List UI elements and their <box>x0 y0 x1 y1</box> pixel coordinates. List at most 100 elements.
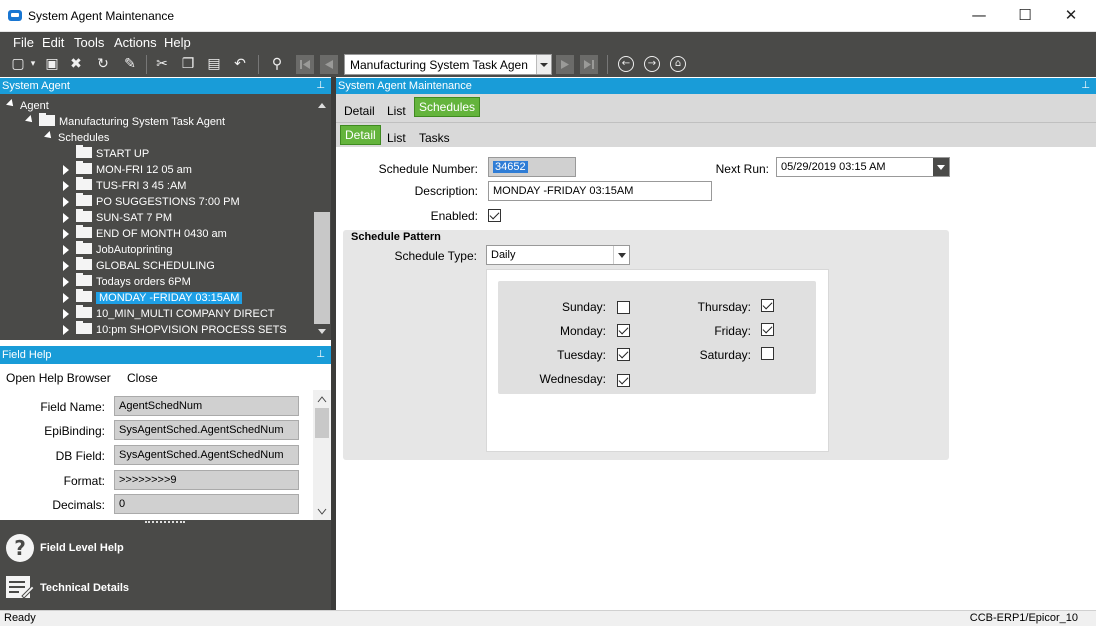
monday-checkbox[interactable] <box>617 324 630 337</box>
tree-scroll-thumb[interactable] <box>314 212 330 324</box>
menu-help[interactable]: Help <box>164 35 191 50</box>
cut-icon[interactable]: ✂ <box>152 54 172 75</box>
collapsed-icon[interactable] <box>63 197 69 207</box>
tree-schedule-item[interactable]: END OF MONTH 0430 am <box>76 225 227 242</box>
tree-schedule-item[interactable]: JobAutoprinting <box>76 241 172 258</box>
collapsed-icon[interactable] <box>63 213 69 223</box>
tree-node-agent[interactable]: Agent <box>20 98 49 114</box>
first-record-icon[interactable] <box>296 55 314 74</box>
maximize-button[interactable]: ☐ <box>1002 0 1048 31</box>
tuesday-checkbox[interactable] <box>617 348 630 361</box>
clear-icon[interactable]: ✎ <box>119 54 141 75</box>
toolbar-separator <box>607 55 608 74</box>
tree-schedule-item[interactable]: MON-FRI 12 05 am <box>76 161 192 178</box>
splitter-grip[interactable] <box>145 521 185 525</box>
friday-checkbox[interactable] <box>761 323 774 336</box>
minimize-button[interactable]: — <box>956 0 1002 31</box>
field-help-scroll-thumb[interactable] <box>315 408 329 438</box>
tree-node-agent-item[interactable]: Manufacturing System Task Agent <box>39 113 225 130</box>
tree-schedule-item[interactable]: Todays orders 6PM <box>76 273 191 290</box>
pin-icon[interactable]: ⊥ <box>1081 78 1090 94</box>
collapsed-icon[interactable] <box>63 245 69 255</box>
new-icon[interactable]: ▢ <box>8 54 28 75</box>
tab-schedule-list[interactable]: List <box>387 131 406 145</box>
copy-icon[interactable]: ❐ <box>178 54 198 75</box>
wednesday-checkbox[interactable] <box>617 374 630 387</box>
collapsed-icon[interactable] <box>63 277 69 287</box>
agent-task-combo[interactable]: Manufacturing System Task Agen <box>344 54 552 75</box>
new-dropdown-icon[interactable]: ▾ <box>28 54 38 75</box>
close-window-button[interactable]: ✕ <box>1048 0 1094 31</box>
back-icon[interactable]: ← <box>618 56 634 72</box>
tree-node-schedules[interactable]: Schedules <box>58 130 109 146</box>
chevron-down-icon[interactable] <box>613 246 629 264</box>
tree-schedule-item[interactable]: SUN-SAT 7 PM <box>76 209 172 226</box>
scroll-down-icon[interactable] <box>313 324 331 338</box>
days-group: Sunday: Monday: Tuesday: Wednesday: Thur… <box>498 281 816 394</box>
saturday-checkbox[interactable] <box>761 347 774 360</box>
paste-icon[interactable]: ▤ <box>204 54 224 75</box>
field-help-panel-title: Field Help <box>2 349 52 361</box>
pin-icon[interactable]: ⊥ <box>316 78 325 94</box>
description-field[interactable]: MONDAY -FRIDAY 03:15AM <box>488 181 712 201</box>
undo-icon[interactable]: ↶ <box>230 54 250 75</box>
expand-icon[interactable] <box>25 115 35 125</box>
tab-list[interactable]: List <box>387 104 406 118</box>
tree-schedule-item[interactable]: PO SUGGESTIONS 7:00 PM <box>76 193 240 210</box>
tree-schedule-item-selected[interactable]: MONDAY -FRIDAY 03:15AM <box>76 289 243 306</box>
tree-schedule-item[interactable]: 10:pm SHOPVISION PROCESS SETS <box>76 321 287 338</box>
menu-tools[interactable]: Tools <box>74 35 104 50</box>
chevron-down-icon[interactable] <box>933 158 949 176</box>
technical-details-icon[interactable] <box>4 572 36 604</box>
forward-icon[interactable]: → <box>644 56 660 72</box>
tab-detail[interactable]: Detail <box>344 104 375 118</box>
collapsed-icon[interactable] <box>63 261 69 271</box>
scroll-down-icon[interactable] <box>313 504 331 518</box>
format-value: >>>>>>>>9 <box>114 470 299 490</box>
search-binoculars-icon[interactable]: ⚲ <box>266 54 288 75</box>
save-icon[interactable]: ▣ <box>42 54 62 75</box>
menu-actions[interactable]: Actions <box>114 35 157 50</box>
previous-record-icon[interactable] <box>320 55 338 74</box>
chevron-down-icon[interactable] <box>536 55 551 74</box>
tree-schedule-item[interactable]: 10_MIN_MULTI COMPANY DIRECT <box>76 305 274 322</box>
scroll-up-icon[interactable] <box>313 98 331 112</box>
tree-schedule-item[interactable]: GLOBAL SCHEDULING <box>76 257 215 274</box>
pin-icon[interactable]: ⊥ <box>316 346 325 364</box>
open-help-browser-button[interactable]: Open Help Browser <box>6 371 111 385</box>
tab-schedules[interactable]: Schedules <box>414 97 481 117</box>
tab-tasks[interactable]: Tasks <box>419 131 450 145</box>
expand-icon[interactable] <box>6 99 16 109</box>
status-bar: Ready CCB-ERP1/Epicor_10 <box>0 610 1096 626</box>
menu-edit[interactable]: Edit <box>42 35 64 50</box>
tree-scrollbar[interactable] <box>313 94 331 340</box>
collapsed-icon[interactable] <box>63 293 69 303</box>
field-help-scrollbar[interactable] <box>313 390 331 520</box>
sunday-checkbox[interactable] <box>617 301 630 314</box>
enabled-checkbox[interactable] <box>488 209 501 222</box>
collapsed-icon[interactable] <box>63 165 69 175</box>
tree-schedule-item[interactable]: START UP <box>76 145 149 162</box>
close-help-button[interactable]: Close <box>127 371 158 385</box>
next-run-field[interactable]: 05/29/2019 03:15 AM <box>776 157 950 177</box>
help-question-icon[interactable]: ? <box>4 532 36 564</box>
collapsed-icon[interactable] <box>63 309 69 319</box>
last-record-icon[interactable] <box>580 55 598 74</box>
delete-icon[interactable]: ✖ <box>66 54 86 75</box>
technical-details-button[interactable]: Technical Details <box>40 582 129 594</box>
menu-file[interactable]: File <box>13 35 34 50</box>
scroll-up-icon[interactable] <box>313 392 331 406</box>
collapsed-icon[interactable] <box>63 325 69 335</box>
schedule-type-select[interactable]: Daily <box>486 245 630 265</box>
expand-icon[interactable] <box>44 131 54 141</box>
thursday-checkbox[interactable] <box>761 299 774 312</box>
collapsed-icon[interactable] <box>63 181 69 191</box>
tree-schedule-item[interactable]: TUS-FRI 3 45 :AM <box>76 177 186 194</box>
home-icon[interactable]: ⌂ <box>670 56 686 72</box>
schedule-number-field[interactable]: 34652 <box>488 157 576 177</box>
tab-schedule-detail[interactable]: Detail <box>340 125 381 145</box>
next-record-icon[interactable] <box>556 55 574 74</box>
collapsed-icon[interactable] <box>63 229 69 239</box>
field-level-help-button[interactable]: Field Level Help <box>40 542 124 554</box>
refresh-icon[interactable]: ↻ <box>92 54 114 75</box>
